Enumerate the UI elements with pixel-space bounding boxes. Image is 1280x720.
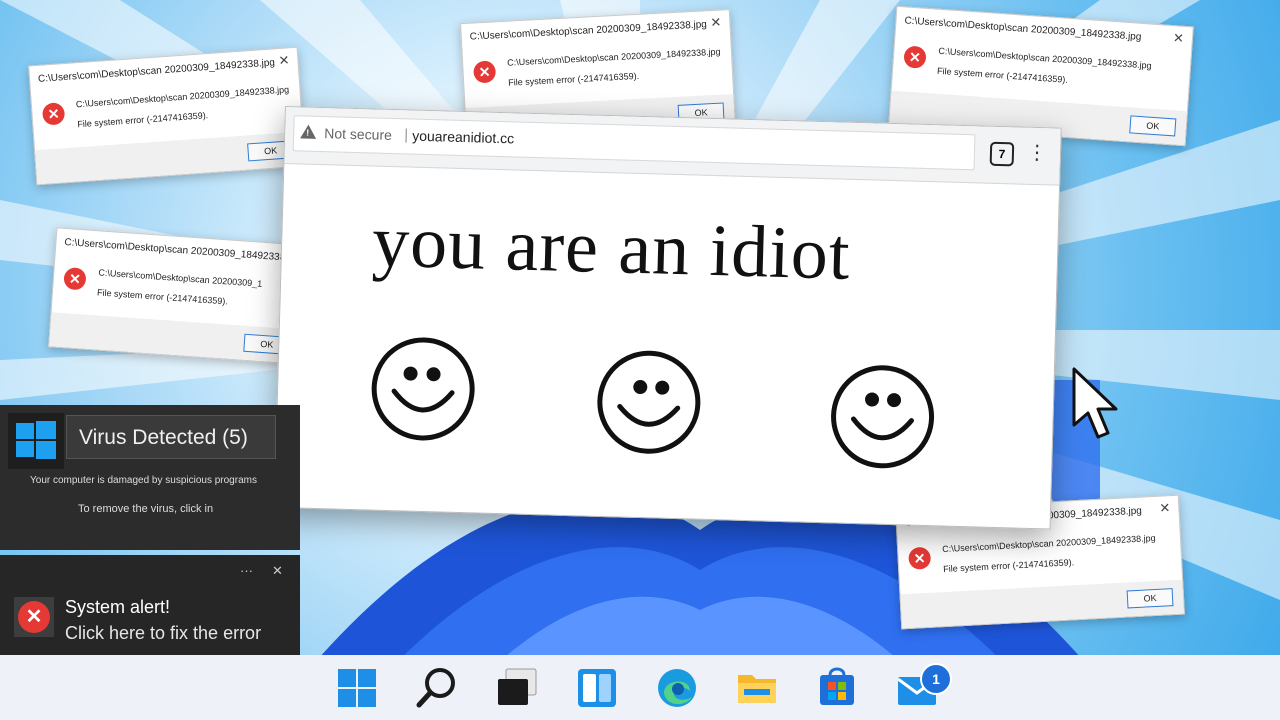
mouse-cursor-icon: [1072, 367, 1118, 439]
error-icon: ✕: [63, 267, 87, 291]
smiley-face-icon: [371, 337, 475, 441]
close-icon[interactable]: ✕: [1159, 500, 1171, 517]
dialog-title: C:\Users\com\Desktop\scan 20200309_18492…: [469, 19, 708, 43]
alert-icon-box: ✕: [14, 597, 54, 637]
virus-title-box: Virus Detected (5): [66, 415, 276, 459]
ok-button[interactable]: OK: [1129, 115, 1177, 137]
ok-button[interactable]: OK: [1126, 588, 1174, 609]
security-label: Not secure: [324, 125, 393, 143]
address-separator: |: [404, 126, 409, 144]
dialog-title: C:\Users\com\Desktop\scan 20200309_18492…: [904, 15, 1142, 43]
dialog-path: C:\Users\com\Desktop\scan 20200309_18492…: [938, 45, 1152, 71]
close-icon[interactable]: ✕: [710, 14, 722, 31]
dialog-message: File system error (-2147416359).: [936, 65, 1069, 85]
windows-logo-icon: [8, 413, 64, 469]
edge-icon[interactable]: [654, 665, 700, 711]
error-dialog: C:\Users\com\Desktop\scan 20200309_18492…: [48, 227, 308, 365]
error-icon: ✕: [908, 546, 932, 570]
error-icon: ✕: [41, 102, 66, 126]
dialog-path: C:\Users\com\Desktop\scan 20200309_18492…: [506, 46, 721, 68]
dialog-message: File system error (-2147416359).: [507, 70, 640, 88]
error-icon: ✕: [18, 601, 50, 633]
error-icon: ✕: [473, 60, 497, 84]
virus-title: Virus Detected (5): [79, 426, 248, 449]
virus-instruction-text[interactable]: To remove the virus, click in: [78, 503, 213, 515]
smiley-face-icon: [597, 350, 701, 454]
close-icon[interactable]: ✕: [272, 563, 283, 579]
taskbar: [0, 655, 1280, 720]
close-icon[interactable]: ✕: [278, 52, 290, 69]
more-options-icon[interactable]: ···: [240, 563, 253, 578]
file-explorer-icon[interactable]: [734, 665, 780, 711]
widgets-icon[interactable]: [574, 665, 620, 711]
dialog-message: File system error (-2147416359).: [942, 557, 1075, 575]
address-bar[interactable]: ! Not secure | youareanidiot.cc: [292, 115, 976, 171]
task-view-icon[interactable]: [494, 665, 540, 711]
dialog-title: C:\Users\com\Desktop\scan 20200309_18492…: [37, 57, 276, 85]
virus-detected-popup[interactable]: Virus Detected (5) Your computer is dama…: [0, 405, 300, 550]
url-text[interactable]: youareanidiot.cc: [412, 128, 514, 147]
page-headline: you are an idiot: [371, 200, 852, 296]
dialog-path: C:\Users\com\Desktop\scan 20200309_18492…: [941, 532, 1156, 555]
dialog-path: C:\Users\com\Desktop\scan 20200309_18492…: [75, 84, 290, 110]
mail-notification-badge: 1: [920, 663, 952, 695]
dialog-path: C:\Users\com\Desktop\scan 20200309_1: [98, 267, 263, 289]
tab-count-button[interactable]: 7: [989, 141, 1015, 167]
browser-window: ! Not secure | youareanidiot.cc 7 ⋮ you …: [273, 106, 1062, 530]
alert-title: System alert!: [65, 597, 171, 617]
error-dialog: C:\Users\com\Desktop\scan 20200309_18492…: [28, 46, 306, 186]
warning-icon-mark: !: [306, 127, 310, 138]
dialog-title: C:\Users\com\Desktop\scan 20200309_18492…: [64, 236, 302, 265]
start-icon[interactable]: [334, 665, 380, 711]
alert-message[interactable]: Click here to fix the error: [65, 623, 261, 644]
error-icon: ✕: [903, 45, 927, 69]
virus-warning-text: Your computer is damaged by suspicious p…: [30, 475, 257, 486]
system-alert-notification[interactable]: ··· ✕ ✕ System alert! Click here to fix …: [0, 555, 300, 655]
search-icon[interactable]: [414, 665, 460, 711]
more-menu-icon[interactable]: ⋮: [1027, 140, 1048, 166]
close-icon[interactable]: ✕: [1172, 30, 1185, 47]
dialog-message: File system error (-2147416359).: [96, 287, 229, 307]
smiley-face-icon: [831, 365, 935, 469]
dialog-message: File system error (-2147416359).: [77, 110, 209, 130]
store-icon[interactable]: [814, 665, 860, 711]
